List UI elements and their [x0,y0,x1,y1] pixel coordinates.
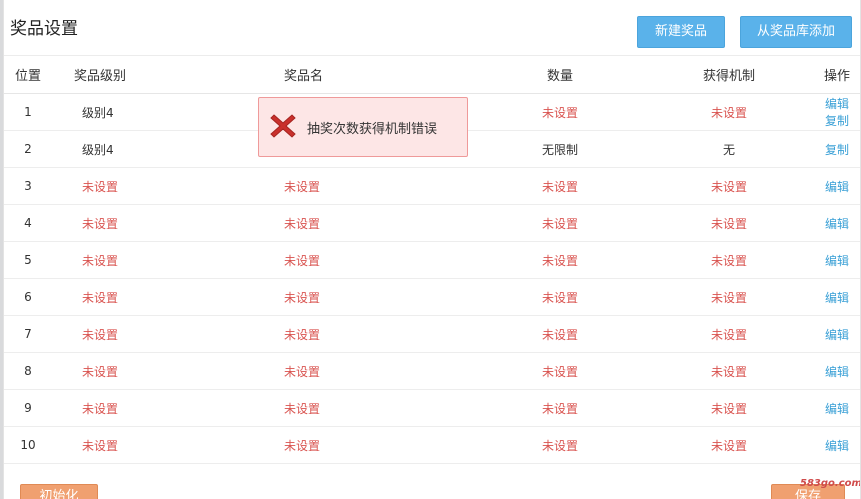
table-row: 3 未设置 未设置 未设置 未设置 编辑 [4,167,860,205]
column-header-mechanism: 获得机制 [644,55,814,94]
edit-link[interactable]: 编辑 [825,402,849,416]
cell-name: 未设置 [254,278,476,316]
cell-mechanism: 未设置 [644,204,814,242]
table-row: 9 未设置 未设置 未设置 未设置 编辑 [4,389,860,427]
copy-link[interactable]: 复制 [825,114,849,128]
cell-quantity: 未设置 [476,426,644,464]
column-header-name: 奖品名 [254,55,476,94]
table-row: 8 未设置 未设置 未设置 未设置 编辑 [4,352,860,390]
cell-operations: 编辑 [814,278,860,316]
cell-operations: 编辑 [814,426,860,464]
cell-name: 未设置 [254,241,476,279]
column-header-operations: 操作 [814,55,860,94]
cell-operations: 复制 [814,130,860,168]
cell-quantity: 无限制 [476,130,644,168]
edit-link[interactable]: 编辑 [825,439,849,453]
cell-level: 级别4 [52,130,254,168]
edit-link[interactable]: 编辑 [825,217,849,231]
cell-mechanism: 未设置 [644,389,814,427]
column-header-position: 位置 [4,55,52,94]
cell-operations: 编辑 [814,389,860,427]
cell-operations: 编辑 [814,167,860,205]
cell-level: 未设置 [52,389,254,427]
cell-position: 7 [4,315,52,353]
cell-mechanism: 未设置 [644,426,814,464]
cell-position: 6 [4,278,52,316]
edit-link[interactable]: 编辑 [825,180,849,194]
cell-mechanism: 未设置 [644,315,814,353]
cell-operations: 编辑 [814,241,860,279]
cell-operations: 编辑 [814,315,860,353]
cell-position: 10 [4,426,52,464]
prize-settings-dialog: 奖品设置 新建奖品 从奖品库添加 位置 奖品级别 奖品名 数量 获得机制 操作 … [3,0,861,499]
cell-position: 3 [4,167,52,205]
cell-level: 未设置 [52,315,254,353]
cell-operations: 编辑 [814,352,860,390]
cell-mechanism: 无 [644,130,814,168]
cell-position: 4 [4,204,52,242]
cell-name: 未设置 [254,167,476,205]
cell-level: 未设置 [52,241,254,279]
cell-position: 9 [4,389,52,427]
edit-link[interactable]: 编辑 [825,328,849,342]
new-prize-button[interactable]: 新建奖品 [637,16,725,48]
copy-link[interactable]: 复制 [825,143,849,157]
cell-mechanism: 未设置 [644,352,814,390]
cell-quantity: 未设置 [476,93,644,131]
cell-name: 未设置 [254,352,476,390]
table-row: 7 未设置 未设置 未设置 未设置 编辑 [4,315,860,353]
cell-mechanism: 未设置 [644,93,814,131]
cell-position: 5 [4,241,52,279]
initialize-button[interactable]: 初始化 [20,484,98,499]
edit-link[interactable]: 编辑 [825,365,849,379]
column-header-level: 奖品级别 [52,55,254,94]
edit-link[interactable]: 编辑 [825,291,849,305]
cell-quantity: 未设置 [476,315,644,353]
cell-level: 级别4 [52,93,254,131]
cell-level: 未设置 [52,167,254,205]
error-x-icon [270,114,296,138]
edit-link[interactable]: 编辑 [825,97,849,111]
cell-name: 未设置 [254,426,476,464]
cell-mechanism: 未设置 [644,241,814,279]
cell-quantity: 未设置 [476,241,644,279]
table-row: 10 未设置 未设置 未设置 未设置 编辑 [4,426,860,464]
dialog-title: 奖品设置 [10,19,78,39]
cell-mechanism: 未设置 [644,167,814,205]
watermark-logo: 583go.com [800,478,861,489]
error-message: 抽奖次数获得机制错误 [307,122,438,137]
table-header-row: 位置 奖品级别 奖品名 数量 获得机制 操作 [4,55,860,94]
cell-name: 未设置 [254,389,476,427]
cell-quantity: 未设置 [476,167,644,205]
cell-operations: 编辑 [814,204,860,242]
error-toast: 抽奖次数获得机制错误 [258,97,468,157]
table-row: 4 未设置 未设置 未设置 未设置 编辑 [4,204,860,242]
dialog-header: 奖品设置 新建奖品 从奖品库添加 [4,0,860,56]
table-row: 5 未设置 未设置 未设置 未设置 编辑 [4,241,860,279]
cell-quantity: 未设置 [476,352,644,390]
cell-mechanism: 未设置 [644,278,814,316]
cell-name: 未设置 [254,315,476,353]
edit-link[interactable]: 编辑 [825,254,849,268]
cell-position: 8 [4,352,52,390]
cell-level: 未设置 [52,426,254,464]
column-header-quantity: 数量 [476,55,644,94]
cell-operations: 编辑复制 [814,93,860,131]
cell-level: 未设置 [52,278,254,316]
table-row: 6 未设置 未设置 未设置 未设置 编辑 [4,278,860,316]
cell-name: 未设置 [254,204,476,242]
add-from-library-button[interactable]: 从奖品库添加 [740,16,852,48]
cell-position: 2 [4,130,52,168]
cell-quantity: 未设置 [476,389,644,427]
cell-level: 未设置 [52,352,254,390]
cell-position: 1 [4,93,52,131]
cell-quantity: 未设置 [476,204,644,242]
cell-level: 未设置 [52,204,254,242]
cell-quantity: 未设置 [476,278,644,316]
